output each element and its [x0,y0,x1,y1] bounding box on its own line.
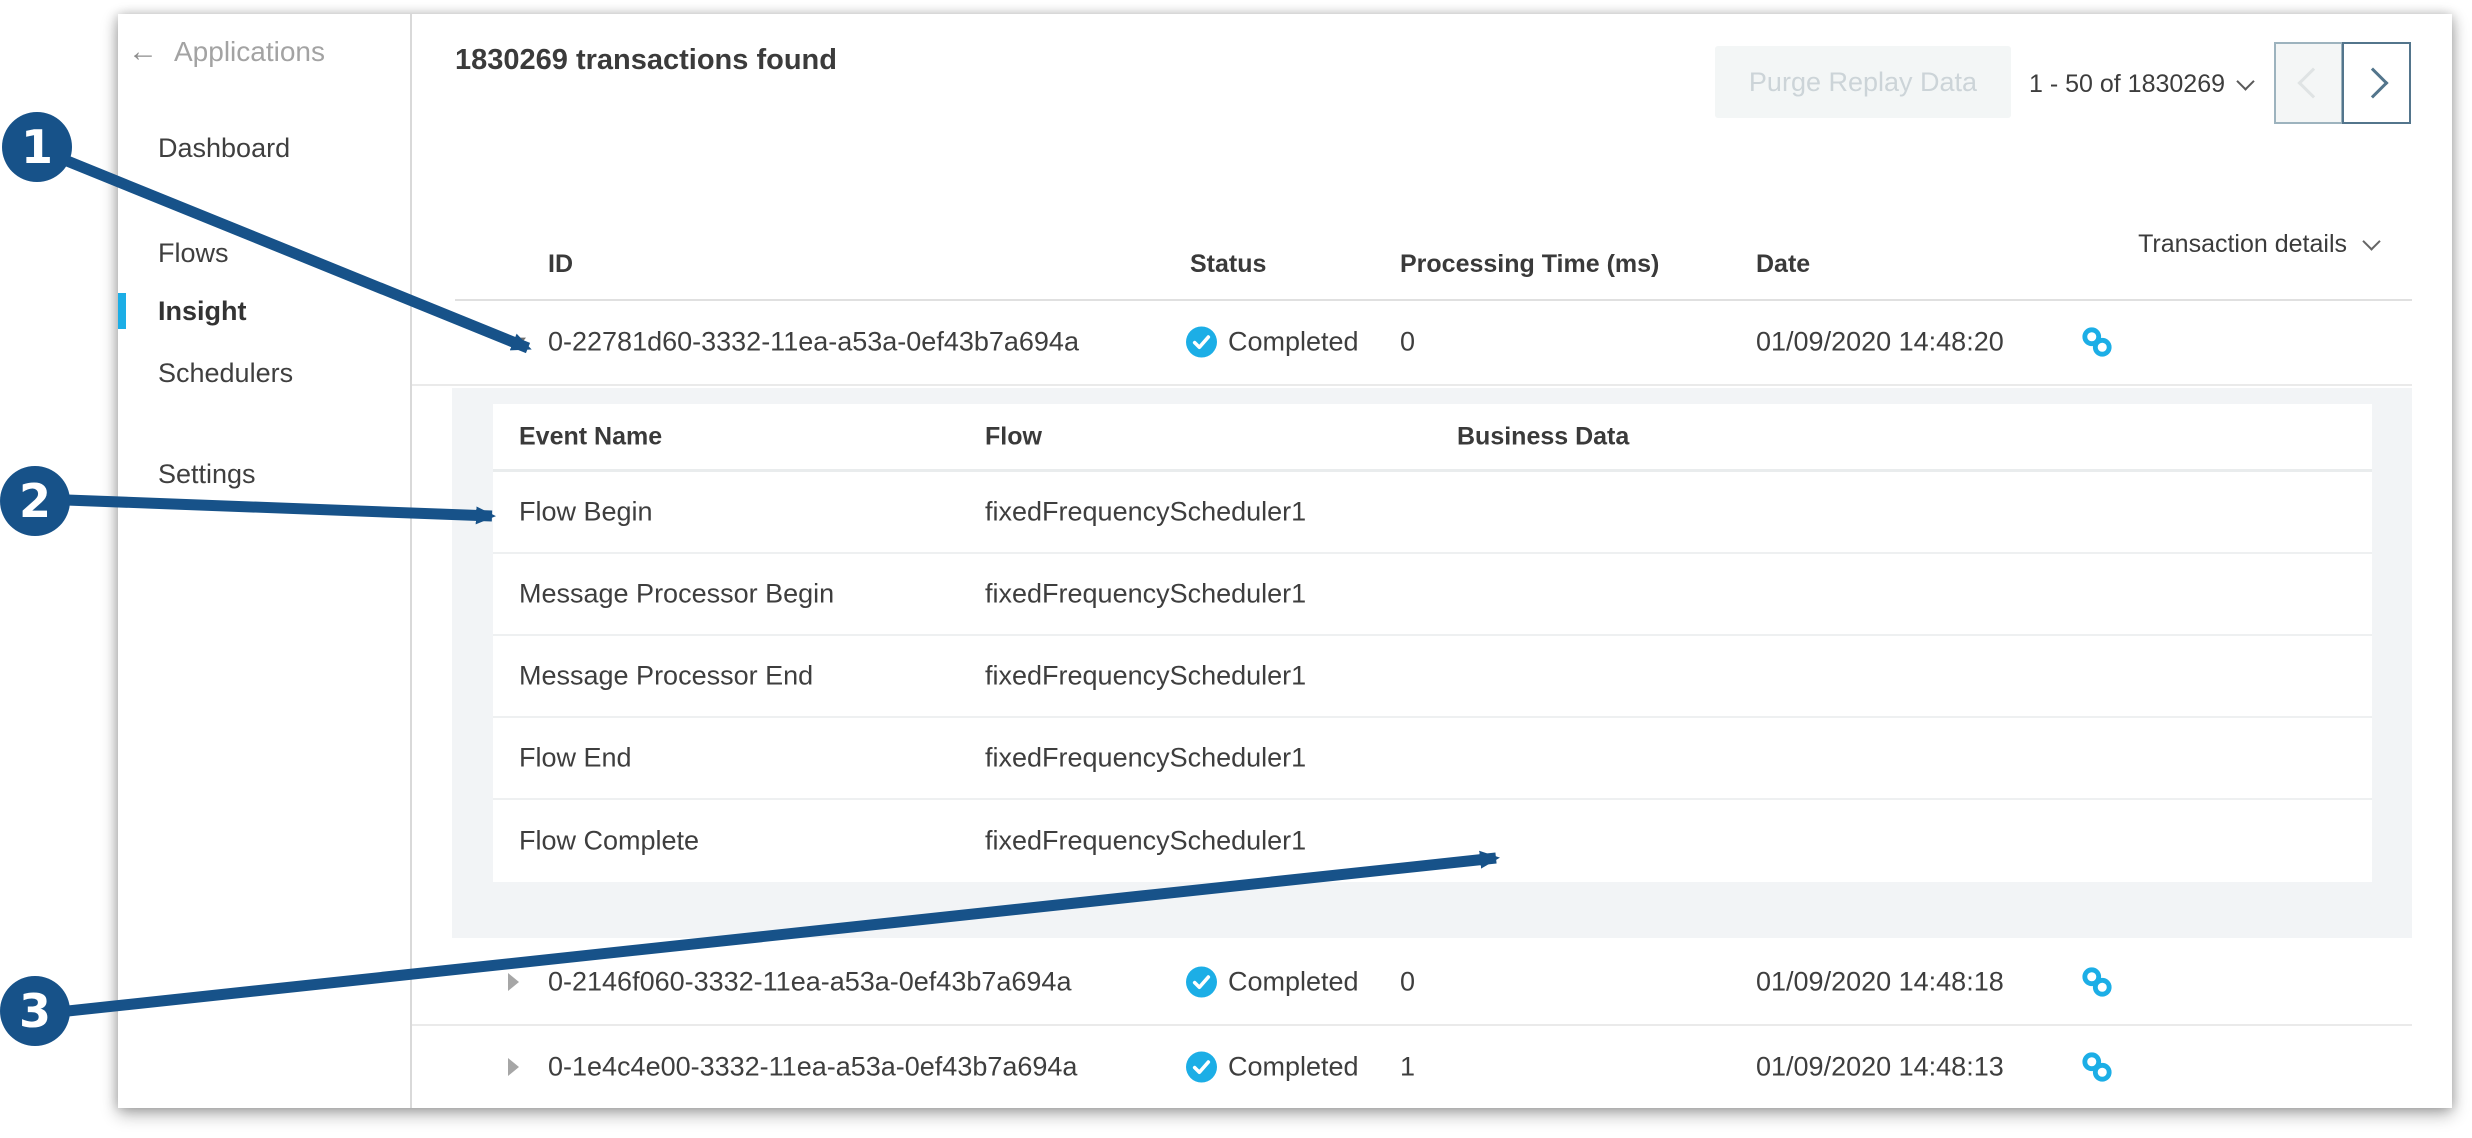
column-header-flow: Flow [985,422,1042,450]
date-value: 01/09/2020 14:48:13 [1756,1051,2004,1082]
annotation-badge-2: 2 [0,466,70,536]
column-header-business-data: Business Data [1457,422,1630,450]
check-circle-icon [1186,326,1217,358]
pagination-dropdown[interactable]: 1 - 50 of 1830269 [1852,68,2255,100]
date-value: 01/09/2020 14:48:18 [1756,966,2004,997]
transaction-id: 0-2146f060-3332-11ea-a53a-0ef43b7a694a [548,966,1072,997]
status-label: Completed [1228,1051,1359,1082]
back-label: Applications [174,36,325,67]
transaction-link[interactable] [2080,325,2114,359]
status-cell: Completed [1186,1051,1359,1083]
column-header-processing-time: Processing Time (ms) [1400,250,1660,278]
event-flow: fixedFrequencyScheduler1 [985,742,1307,773]
collapse-caret-icon[interactable] [508,337,526,349]
transaction-row[interactable]: 0-1e4c4e00-3332-11ea-a53a-0ef43b7a694a C… [412,1026,2412,1108]
sidebar: ← Applications Dashboard Flows Insight S… [118,14,412,1108]
sidebar-item-schedulers[interactable]: Schedulers [158,357,293,389]
chain-link-icon [2082,1052,2112,1082]
chevron-down-icon [2236,71,2255,91]
insight-panel: ← Applications Dashboard Flows Insight S… [118,14,2452,1108]
events-table-header: Event Name Flow Business Data [493,404,2372,472]
event-row: Message Processor End fixedFrequencySche… [493,636,2372,718]
event-name: Flow Begin [519,496,653,527]
sidebar-item-flows[interactable]: Flows [158,237,229,269]
processing-time-value: 0 [1400,966,1416,997]
back-arrow-icon: ← [128,35,158,68]
transaction-id: 0-1e4c4e00-3332-11ea-a53a-0ef43b7a694a [548,1051,1078,1082]
back-to-applications-link[interactable]: ← Applications [128,36,325,68]
chevron-right-icon [2356,67,2389,99]
annotation-badge-1: 1 [2,112,72,182]
event-row: Flow End fixedFrequencyScheduler1 [493,718,2372,800]
page: 1 2 3 ← Applications Dashboard Flows Ins… [0,0,2472,1138]
expanded-events-panel: Event Name Flow Business Data Flow Begin… [452,388,2412,938]
status-cell: Completed [1186,966,1359,998]
chevron-left-icon [2296,67,2329,99]
pagination-label: 1 - 50 of 1830269 [2029,69,2225,98]
sidebar-item-dashboard[interactable]: Dashboard [158,132,290,164]
event-flow: fixedFrequencyScheduler1 [985,660,1307,691]
status-label: Completed [1228,326,1359,357]
main-content: 1830269 transactions found Purge Replay … [412,14,2452,1108]
date-value: 01/09/2020 14:48:20 [1756,326,2004,357]
events-table: Event Name Flow Business Data Flow Begin… [493,404,2372,882]
pager [2274,42,2411,124]
column-header-id: ID [548,250,573,278]
transaction-link[interactable] [2080,1050,2114,1084]
check-circle-icon [1186,966,1217,998]
event-name: Message Processor End [519,660,814,691]
event-name: Flow Complete [519,825,700,856]
event-flow: fixedFrequencyScheduler1 [985,496,1307,527]
event-row: Flow Complete fixedFrequencyScheduler1 [493,800,2372,882]
sidebar-item-insight[interactable]: Insight [118,293,247,329]
expand-caret-icon[interactable] [508,973,519,991]
processing-time-value: 0 [1400,326,1416,357]
chain-link-icon [2082,327,2112,357]
transactions-found-title: 1830269 transactions found [455,44,837,76]
column-header-status: Status [1190,250,1267,278]
status-cell: Completed [1186,326,1359,358]
chevron-down-icon [2362,231,2381,251]
annotation-badge-3: 3 [0,976,70,1046]
event-flow: fixedFrequencyScheduler1 [985,825,1307,856]
event-row: Message Processor Begin fixedFrequencySc… [493,554,2372,636]
sidebar-item-label: Insight [158,295,247,326]
transaction-id: 0-22781d60-3332-11ea-a53a-0ef43b7a694a [548,326,1079,357]
previous-page-button[interactable] [2274,42,2343,124]
processing-time-value: 1 [1400,1051,1416,1082]
transaction-row[interactable]: 0-22781d60-3332-11ea-a53a-0ef43b7a694a C… [412,300,2412,386]
expand-caret-icon[interactable] [508,1058,519,1076]
transactions-table-header: ID Status Processing Time (ms) Date [412,250,2452,284]
transaction-row[interactable]: 0-2146f060-3332-11ea-a53a-0ef43b7a694a C… [412,940,2412,1026]
event-name: Flow End [519,742,632,773]
active-indicator-bar [118,293,126,329]
status-label: Completed [1228,966,1359,997]
check-circle-icon [1186,1051,1217,1083]
chain-link-icon [2082,967,2112,997]
transaction-link[interactable] [2080,965,2114,999]
column-header-date: Date [1756,250,1811,278]
column-header-event-name: Event Name [519,422,663,450]
event-name: Message Processor Begin [519,578,835,609]
next-page-button[interactable] [2342,42,2411,124]
event-row: Flow Begin fixedFrequencyScheduler1 [493,472,2372,554]
event-flow: fixedFrequencyScheduler1 [985,578,1307,609]
sidebar-item-settings[interactable]: Settings [158,458,256,490]
